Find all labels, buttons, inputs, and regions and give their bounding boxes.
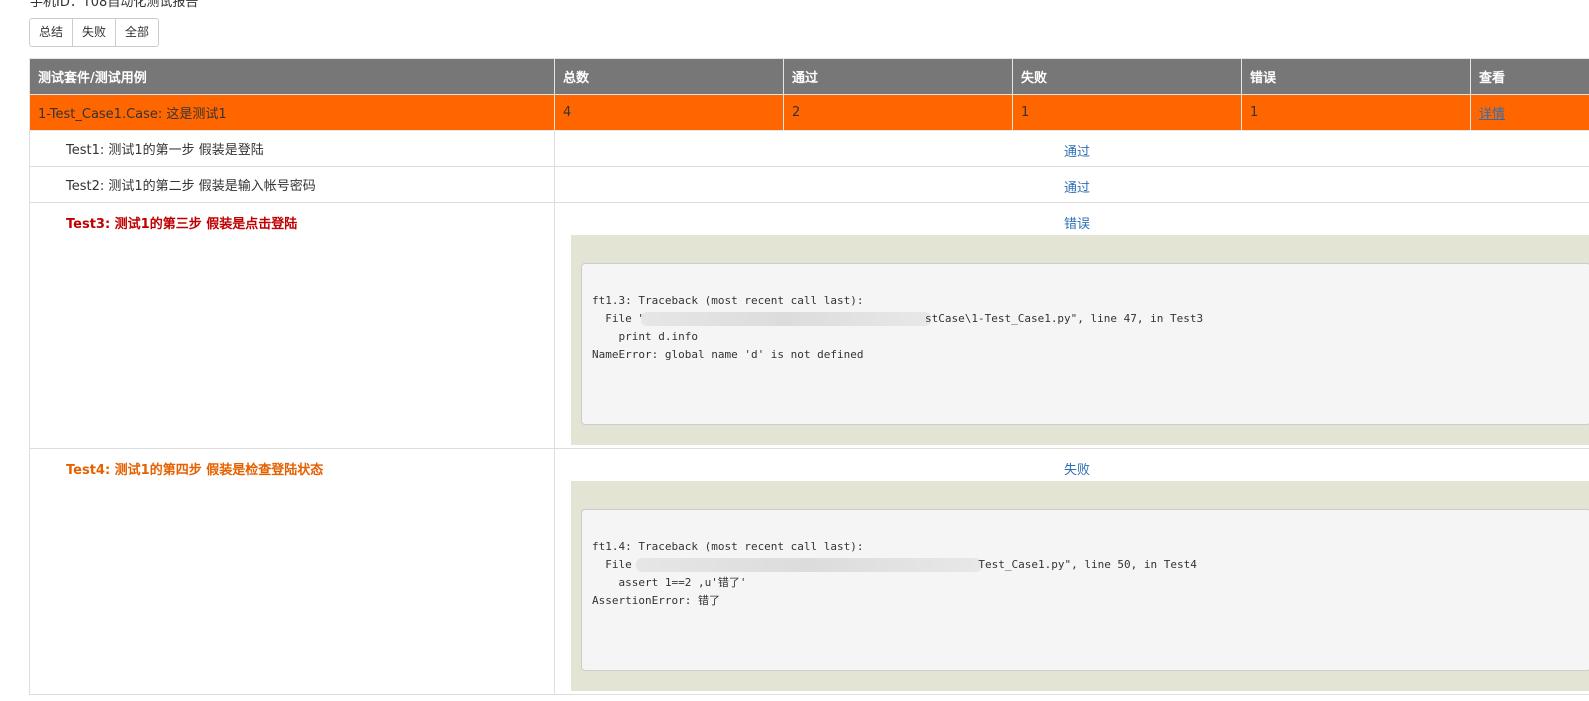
test-case-name: Test1: 测试1的第一步 假装是登陆 (29, 130, 555, 167)
summary-filter-button[interactable]: 总结 (29, 18, 74, 47)
test-case-name: Test3: 测试1的第三步 假装是点击登陆 (29, 202, 555, 449)
test-case-status-link[interactable]: 通过 (563, 171, 1589, 199)
table-header-row: 测试套件/测试用例 总数 通过 失败 错误 查看 (29, 58, 1589, 95)
suite-detail-link[interactable]: 详情 (1479, 107, 1505, 122)
test-case-status-cell: 通过 (554, 166, 1589, 203)
suite-passed: 2 (783, 94, 1013, 131)
column-header-total: 总数 (554, 58, 784, 95)
test-case-status-link[interactable]: 失败 (563, 453, 1589, 481)
suite-failed: 1 (1012, 94, 1242, 131)
filter-button-group: 总结 失败 全部 (29, 18, 160, 47)
test-case-name: Test4: 测试1的第四步 假装是检查登陆状态 (29, 448, 555, 695)
failure-detail-panel: ft1.4: Traceback (most recent call last)… (571, 480, 1589, 691)
suite-total: 4 (554, 94, 784, 131)
column-header-view: 查看 (1470, 58, 1589, 95)
traceback-output: ft1.3: Traceback (most recent call last)… (581, 262, 1589, 425)
suite-detail-cell: 详情 (1470, 94, 1589, 131)
redacted-path (640, 311, 931, 326)
test-result-table: 测试套件/测试用例 总数 通过 失败 错误 查看 1-Test_Case1.Ca… (29, 58, 1589, 695)
column-header-passed: 通过 (783, 58, 1013, 95)
test-case-row: Test1: 测试1的第一步 假装是登陆 通过 (29, 130, 1589, 167)
redacted-path (636, 557, 983, 572)
test-case-row-failure: Test4: 测试1的第四步 假装是检查登陆状态 失败 ft1.4: Trace… (29, 448, 1589, 695)
error-detail-panel: ft1.3: Traceback (most recent call last)… (571, 234, 1589, 445)
test-case-status-cell: 通过 (554, 130, 1589, 167)
all-filter-button[interactable]: 全部 (115, 18, 160, 47)
suite-row: 1-Test_Case1.Case: 这是测试1 4 2 1 1 详情 (29, 94, 1589, 131)
test-case-status-link[interactable]: 错误 (563, 207, 1589, 235)
column-header-failed: 失败 (1012, 58, 1242, 95)
test-case-row-error: Test3: 测试1的第三步 假装是点击登陆 错误 ft1.3: Traceba… (29, 202, 1589, 449)
test-case-status-cell: 错误 ft1.3: Traceback (most recent call la… (554, 202, 1589, 449)
traceback-output: ft1.4: Traceback (most recent call last)… (581, 508, 1589, 671)
test-case-status-cell: 失败 ft1.4: Traceback (most recent call la… (554, 448, 1589, 695)
suite-name: 1-Test_Case1.Case: 这是测试1 (29, 94, 555, 131)
report-title: 手机ID：T08自动化测试报告 (30, 0, 199, 10)
test-case-name: Test2: 测试1的第二步 假装是输入帐号密码 (29, 166, 555, 203)
failed-filter-button[interactable]: 失败 (72, 18, 117, 47)
column-header-suite: 测试套件/测试用例 (29, 58, 555, 95)
test-case-status-link[interactable]: 通过 (563, 135, 1589, 163)
suite-errors: 1 (1241, 94, 1471, 131)
test-case-row: Test2: 测试1的第二步 假装是输入帐号密码 通过 (29, 166, 1589, 203)
column-header-errors: 错误 (1241, 58, 1471, 95)
